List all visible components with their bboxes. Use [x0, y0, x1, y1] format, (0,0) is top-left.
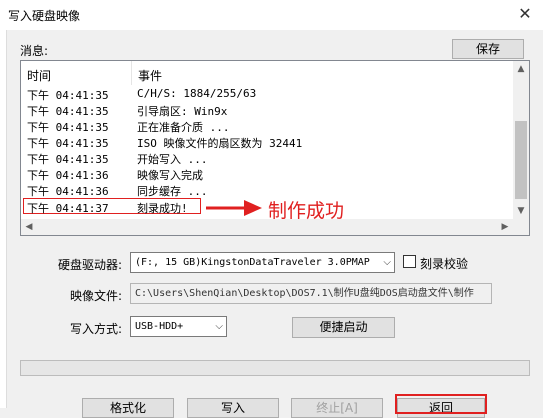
log-content: 时间 事件 下午 04:41:35 C/H/S: 1884/255/63 下午 … [21, 61, 513, 219]
log-event: 映像写入完成 [137, 169, 203, 182]
log-row: 下午 04:41:36 映像写入完成 [21, 166, 511, 182]
log-event: 开始写入 ... [137, 153, 208, 166]
verify-checkbox[interactable] [403, 255, 416, 268]
return-button-highlight [395, 394, 487, 414]
vertical-scrollbar[interactable]: ▲ ▼ [513, 61, 529, 219]
log-time: 下午 04:41:36 [27, 169, 109, 182]
column-divider [131, 61, 132, 85]
log-event: 同步缓存 ... [137, 185, 208, 198]
verify-label: 刻录校验 [420, 257, 469, 271]
background-window-edge [0, 30, 7, 408]
scroll-down-icon[interactable]: ▼ [513, 203, 529, 219]
close-icon[interactable]: ✕ [515, 4, 535, 24]
progress-bar [20, 360, 530, 376]
write-mode-label: 写入方式: [70, 322, 123, 336]
column-header-event: 事件 [138, 69, 163, 83]
scroll-left-icon[interactable]: ◀ [21, 219, 37, 235]
log-row: 下午 04:41:35 引导扇区: Win9x [21, 102, 511, 118]
log-time: 下午 04:41:35 [27, 105, 109, 118]
red-arrow-icon [206, 200, 262, 216]
chevron-down-icon: ⌵ [383, 257, 391, 268]
write-mode-value: USB-HDD+ [135, 321, 184, 332]
horizontal-scrollbar[interactable]: ◀ ▶ [21, 219, 513, 235]
image-file-label: 映像文件: [70, 289, 123, 303]
write-disk-image-dialog: 写入硬盘映像 ✕ 消息: 保存 时间 事件 下午 04:41:35 C/H/S:… [0, 0, 543, 418]
scrollbar-thumb[interactable] [515, 121, 527, 199]
success-annotation: 制作成功 [268, 200, 345, 222]
messages-label: 消息: [20, 44, 49, 58]
log-event: 刻录成功! [137, 202, 188, 215]
column-header-time: 时间 [27, 69, 52, 83]
image-file-value: C:\Users\ShenQian\Desktop\DOS7.1\制作U盘纯DO… [135, 288, 474, 299]
log-row: 下午 04:41:35 正在准备介质 ... [21, 118, 511, 134]
log-time: 下午 04:41:37 [27, 202, 109, 215]
log-time: 下午 04:41:35 [27, 153, 109, 166]
chevron-down-icon: ⌵ [215, 321, 223, 332]
log-time: 下午 04:41:35 [27, 137, 109, 150]
log-row: 下午 04:41:35 C/H/S: 1884/255/63 [21, 86, 511, 102]
log-time: 下午 04:41:35 [27, 121, 109, 134]
save-button[interactable]: 保存 [452, 39, 524, 59]
write-button[interactable]: 写入 [187, 398, 279, 418]
log-event: 引导扇区: Win9x [137, 105, 228, 118]
write-mode-select[interactable]: USB-HDD+ ⌵ [130, 316, 227, 337]
log-row: 下午 04:41:35 开始写入 ... [21, 150, 511, 166]
log-time: 下午 04:41:36 [27, 185, 109, 198]
drive-label: 硬盘驱动器: [58, 258, 123, 272]
format-button[interactable]: 格式化 [82, 398, 174, 418]
log-event: ISO 映像文件的扇区数为 32441 [137, 137, 303, 150]
log-event: 正在准备介质 ... [137, 121, 230, 134]
drive-select[interactable]: (F:, 15 GB)KingstonDataTraveler 3.0PMAP … [130, 252, 395, 273]
scroll-up-icon[interactable]: ▲ [513, 61, 529, 77]
log-row-success-highlighted: 下午 04:41:37 刻录成功! [23, 198, 201, 215]
drive-select-value: (F:, 15 GB)KingstonDataTraveler 3.0PMAP [135, 257, 370, 268]
log-time: 下午 04:41:35 [27, 89, 109, 102]
quick-boot-button[interactable]: 便捷启动 [292, 317, 395, 338]
log-event: C/H/S: 1884/255/63 [137, 87, 257, 100]
image-file-field[interactable]: C:\Users\ShenQian\Desktop\DOS7.1\制作U盘纯DO… [130, 283, 492, 304]
log-row: 下午 04:41:35 ISO 映像文件的扇区数为 32441 [21, 134, 511, 150]
scroll-right-icon[interactable]: ▶ [497, 219, 513, 235]
abort-button: 终止[A] [291, 398, 383, 418]
log-row: 下午 04:41:36 同步缓存 ... [21, 182, 511, 198]
title-bar: 写入硬盘映像 ✕ [0, 0, 543, 30]
window-title: 写入硬盘映像 [8, 9, 81, 23]
scrollbar-corner [513, 219, 529, 235]
